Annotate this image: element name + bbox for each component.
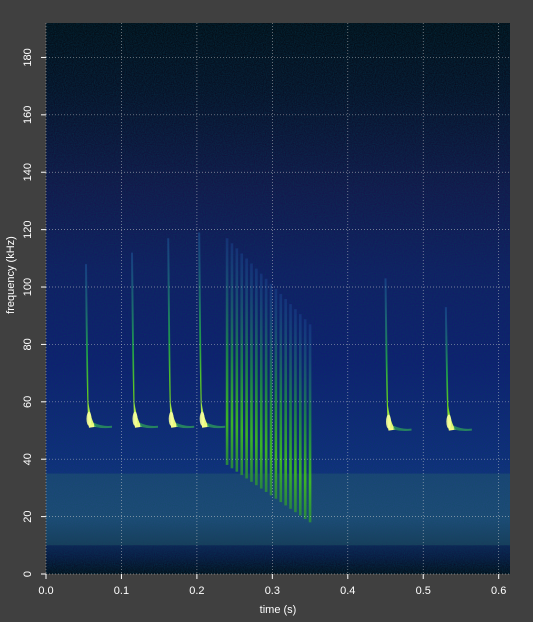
y-tick-label: 180 — [22, 48, 34, 66]
buzz-pulse — [274, 288, 278, 499]
y-tick-label: 60 — [22, 396, 34, 408]
y-axis: 0 20 40 60 80 100 120 140 160 180 — [22, 48, 46, 577]
x-tick-label: 0.4 — [340, 585, 355, 597]
x-tick-label: 0.0 — [38, 585, 53, 597]
buzz-pulse — [289, 304, 292, 509]
buzz-pulse — [255, 268, 258, 486]
call-peak — [132, 411, 138, 426]
call-peak — [446, 414, 452, 429]
buzz-pulse — [264, 278, 268, 492]
y-axis-title: frequency (kHz) — [5, 236, 17, 314]
y-tick-label: 20 — [22, 510, 34, 522]
buzz-pulse — [235, 248, 239, 472]
y-tick-label: 40 — [22, 453, 34, 465]
low-frequency-noise-band — [46, 473, 510, 546]
call-peak — [168, 411, 174, 426]
x-tick-label: 0.1 — [114, 585, 129, 597]
y-tick-label: 120 — [22, 220, 34, 238]
call-peak — [199, 411, 205, 426]
x-tick-label: 0.5 — [416, 585, 431, 597]
y-tick-label: 100 — [22, 278, 34, 296]
buzz-pulse — [284, 299, 287, 506]
buzz-pulse — [230, 243, 234, 469]
y-tick-label: 160 — [22, 106, 34, 124]
buzz-pulse — [294, 309, 297, 513]
buzz-pulse — [269, 283, 273, 496]
buzz-pulse — [303, 319, 307, 519]
buzz-pulse — [259, 273, 263, 489]
x-tick-label: 0.6 — [491, 585, 506, 597]
x-axis-title: time (s) — [260, 604, 297, 616]
spectrogram-figure: 0.0 0.1 0.2 0.3 0.4 0.5 0.6 0 20 40 60 80 100 120 140… — [5, 23, 510, 616]
x-tick-label: 0.3 — [265, 585, 280, 597]
buzz-pulse — [245, 258, 248, 479]
buzz-pulse — [279, 293, 283, 503]
call-peak — [86, 411, 92, 426]
buzz-pulse — [250, 263, 253, 482]
call-peak — [386, 414, 392, 429]
y-tick-label: 80 — [22, 338, 34, 350]
buzz-pulse — [308, 324, 312, 523]
y-tick-label: 0 — [22, 571, 34, 577]
x-axis: 0.0 0.1 0.2 0.3 0.4 0.5 0.6 — [38, 574, 506, 597]
buzz-pulse — [225, 238, 229, 465]
x-tick-label: 0.2 — [189, 585, 204, 597]
y-tick-label: 140 — [22, 163, 34, 181]
